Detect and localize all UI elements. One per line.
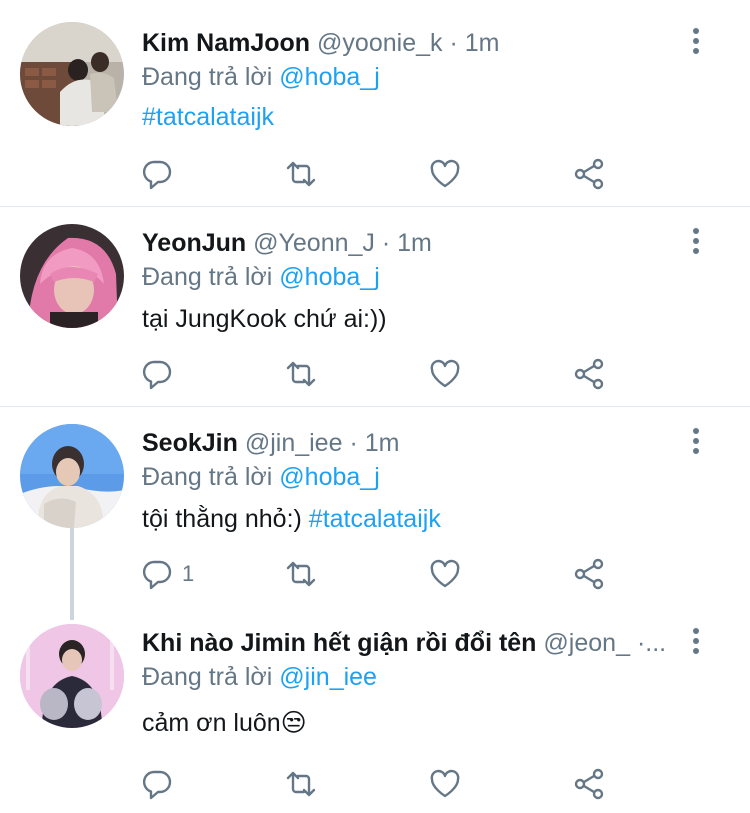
tweet-header: YeonJun @Yeonn_J · 1m — [142, 228, 432, 258]
share-icon — [574, 158, 604, 190]
tweet[interactable]: YeonJun @Yeonn_J · 1m Đang trả lời @hoba… — [0, 200, 750, 407]
tweet-text: tại JungKook chứ ai:)) — [142, 305, 387, 333]
like-button[interactable] — [428, 354, 462, 394]
replying-to: Đang trả lời @hoba_j — [142, 62, 380, 92]
hashtag-link[interactable]: #tatcalataijk — [309, 505, 441, 533]
separator-dot: · — [381, 229, 391, 257]
reply-button[interactable]: 1 — [140, 554, 194, 594]
truncation-ellipsis: ·... — [636, 629, 667, 657]
share-button[interactable] — [572, 154, 606, 194]
reply-button[interactable] — [140, 764, 174, 804]
heart-icon — [430, 769, 460, 798]
share-button[interactable] — [572, 354, 606, 394]
more-icon[interactable] — [686, 228, 706, 258]
replying-to: Đang trả lời @hoba_j — [142, 462, 380, 492]
replying-to-label: Đang trả lời — [142, 63, 273, 91]
display-name[interactable]: Kim NamJoon — [142, 29, 310, 57]
heart-icon — [430, 359, 460, 388]
heart-icon — [430, 159, 460, 188]
reply-icon — [142, 360, 172, 390]
replying-to-label: Đang trả lời — [142, 663, 273, 691]
more-icon[interactable] — [686, 28, 706, 58]
reply-icon — [142, 770, 172, 800]
separator-dot: · — [449, 29, 458, 57]
share-icon — [574, 558, 604, 590]
retweet-icon — [286, 771, 316, 797]
heart-icon — [430, 559, 460, 588]
mention-link[interactable]: @hoba_j — [279, 263, 379, 291]
retweet-icon — [286, 361, 316, 387]
user-handle[interactable]: @jeon_ — [543, 629, 630, 657]
timestamp[interactable]: 1m — [397, 229, 432, 257]
user-handle[interactable]: @jin_iee — [245, 429, 343, 457]
more-icon[interactable] — [686, 628, 706, 658]
more-icon[interactable] — [686, 428, 706, 458]
timestamp[interactable]: 1m — [365, 429, 400, 457]
tweet-header: SeokJin @jin_iee · 1m — [142, 428, 399, 458]
replying-to: Đang trả lời @jin_iee — [142, 662, 377, 692]
reply-button[interactable] — [140, 354, 174, 394]
like-button[interactable] — [428, 154, 462, 194]
tweet[interactable]: Khi nào Jimin hết giận rồi đổi tên @jeon… — [0, 600, 750, 813]
avatar[interactable] — [20, 624, 124, 728]
tweet-header: Khi nào Jimin hết giận rồi đổi tên @jeon… — [142, 628, 666, 658]
tweet-header: Kim NamJoon @yoonie_k · 1m — [142, 28, 499, 58]
like-button[interactable] — [428, 764, 462, 804]
share-icon — [574, 768, 604, 800]
timestamp[interactable]: 1m — [465, 29, 500, 57]
retweet-button[interactable] — [284, 354, 318, 394]
retweet-icon — [286, 561, 316, 587]
reply-button[interactable] — [140, 154, 174, 194]
separator-dot: · — [349, 429, 358, 457]
tweet[interactable]: Kim NamJoon @yoonie_k · 1m Đang trả lời … — [0, 0, 750, 206]
user-handle[interactable]: @Yeonn_J — [253, 229, 375, 257]
retweet-button[interactable] — [284, 154, 318, 194]
retweet-button[interactable] — [284, 764, 318, 804]
tweet-text: #tatcalataijk — [142, 102, 274, 132]
tweet-text: cảm ơn luôn😒 — [142, 709, 307, 737]
replying-to: Đang trả lời @hoba_j — [142, 262, 380, 292]
display-name[interactable]: YeonJun — [142, 229, 246, 257]
avatar[interactable] — [20, 424, 124, 528]
share-icon — [574, 358, 604, 390]
tweet-text-body: tội thằng nhỏ:) — [142, 505, 309, 533]
tweet-text: tội thằng nhỏ:) #tatcalataijk — [142, 504, 441, 534]
retweet-button[interactable] — [284, 554, 318, 594]
replying-to-label: Đang trả lời — [142, 263, 273, 291]
hashtag-link[interactable]: #tatcalataijk — [142, 103, 274, 131]
reply-count: 1 — [182, 561, 195, 586]
retweet-icon — [286, 161, 316, 187]
reply-icon — [142, 560, 172, 590]
reply-icon — [142, 160, 172, 190]
mention-link[interactable]: @jin_iee — [279, 663, 377, 691]
user-handle[interactable]: @yoonie_k — [317, 29, 442, 57]
mention-link[interactable]: @hoba_j — [279, 463, 379, 491]
like-button[interactable] — [428, 554, 462, 594]
display-name[interactable]: SeokJin — [142, 429, 238, 457]
display-name[interactable]: Khi nào Jimin hết giận rồi đổi tên — [142, 629, 536, 657]
share-button[interactable] — [572, 554, 606, 594]
avatar[interactable] — [20, 22, 124, 126]
share-button[interactable] — [572, 764, 606, 804]
replying-to-label: Đang trả lời — [142, 463, 273, 491]
mention-link[interactable]: @hoba_j — [279, 63, 379, 91]
avatar[interactable] — [20, 224, 124, 328]
tweet[interactable]: SeokJin @jin_iee · 1m Đang trả lời @hoba… — [0, 400, 750, 608]
